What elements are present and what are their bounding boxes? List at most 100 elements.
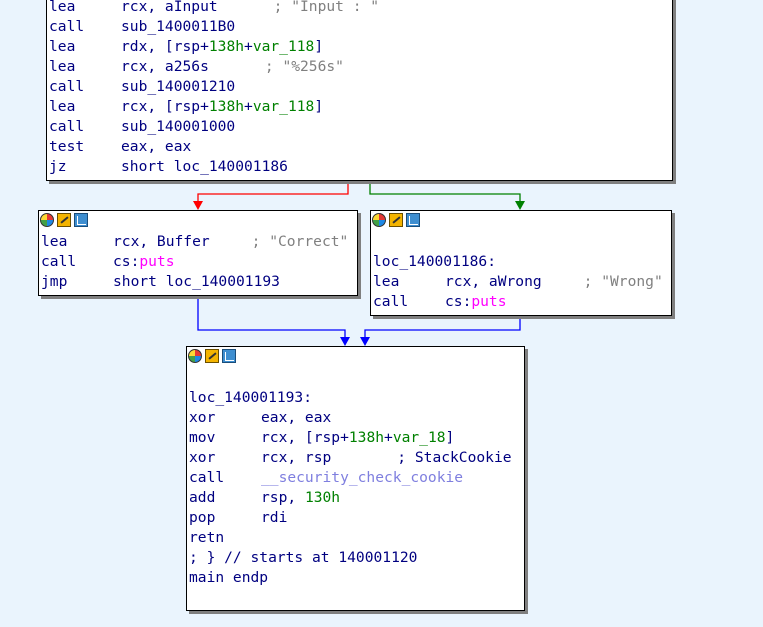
asm-line-empty bbox=[189, 368, 523, 388]
node-header bbox=[187, 347, 524, 364]
rename-edit-icon[interactable] bbox=[389, 212, 403, 227]
mnemonic: lea bbox=[49, 58, 76, 75]
operand-plus: + bbox=[244, 98, 253, 115]
asm-line[interactable]: call sub_140001210 bbox=[49, 77, 671, 97]
mnemonic: lea bbox=[41, 233, 68, 250]
asm-line[interactable]: pop rdi bbox=[189, 508, 523, 528]
mnemonic: test bbox=[49, 138, 85, 155]
operands[interactable]: rcx, aWrong bbox=[445, 273, 542, 290]
operands[interactable]: eax, eax bbox=[121, 138, 191, 155]
edge-true-arrow bbox=[515, 201, 525, 210]
operand-plus: + bbox=[384, 429, 393, 446]
operands[interactable]: eax, eax bbox=[261, 409, 331, 426]
operands[interactable]: sub_140001210 bbox=[121, 78, 235, 95]
mnemonic: add bbox=[189, 489, 216, 506]
comment: ; "Wrong" bbox=[583, 273, 663, 290]
import-function[interactable]: puts bbox=[139, 253, 174, 270]
mnemonic: lea bbox=[49, 38, 76, 55]
external-function[interactable]: __security_check_cookie bbox=[261, 469, 463, 486]
operands[interactable]: rcx, Buffer bbox=[113, 233, 210, 250]
operands[interactable]: rdi bbox=[261, 509, 287, 526]
operand-number: 138h bbox=[208, 38, 245, 55]
asm-line[interactable]: retn bbox=[189, 528, 523, 548]
rename-edit-icon[interactable] bbox=[57, 212, 71, 227]
operand-var[interactable]: var_118 bbox=[253, 38, 315, 55]
mnemonic: call bbox=[189, 469, 225, 486]
mnemonic: lea bbox=[49, 98, 76, 115]
color-picker-icon[interactable] bbox=[372, 212, 386, 227]
asm-line[interactable]: call cs:puts bbox=[41, 252, 356, 272]
graph-overview-icon[interactable] bbox=[222, 348, 236, 363]
asm-line[interactable]: lea rcx, [rsp+138h+var_118] bbox=[49, 97, 671, 117]
graph-node-epilogue[interactable]: loc_140001193: xor eax, eax mov rcx, [rsp+… bbox=[186, 346, 525, 611]
mnemonic: jmp bbox=[41, 273, 68, 290]
mnemonic: retn bbox=[189, 529, 225, 546]
operands[interactable]: sub_140001000 bbox=[121, 118, 235, 135]
comment: ; "%256s" bbox=[264, 58, 344, 75]
operands[interactable]: sub_1400011B0 bbox=[121, 18, 235, 35]
edge-true-branch bbox=[369, 181, 521, 202]
asm-line[interactable]: lea rcx, Buffer ; "Correct" bbox=[41, 232, 356, 252]
code-label[interactable]: loc_140001193: bbox=[189, 388, 523, 408]
color-picker-icon[interactable] bbox=[40, 212, 54, 227]
graph-overview-icon[interactable] bbox=[406, 212, 420, 227]
code-label[interactable]: loc_140001186: bbox=[373, 252, 670, 272]
operands[interactable]: rcx, [rsp+ bbox=[121, 98, 209, 115]
asm-line[interactable]: jmp short loc_140001193 bbox=[41, 272, 356, 292]
asm-line[interactable]: lea rcx, aWrong ; "Wrong" bbox=[373, 272, 670, 292]
operand-var[interactable]: var_18 bbox=[393, 429, 446, 446]
graph-node-wrong[interactable]: loc_140001186: lea rcx, aWrong ; "Wrong" c… bbox=[370, 210, 672, 316]
operands[interactable]: rcx, aInput bbox=[121, 0, 218, 15]
node-header bbox=[39, 211, 357, 228]
asm-line[interactable]: jz short loc_140001186 bbox=[49, 157, 671, 177]
operand-number: 130h bbox=[304, 489, 341, 506]
operands[interactable]: rcx, a256s bbox=[121, 58, 209, 75]
asm-line[interactable]: xor rcx, rsp ; StackCookie bbox=[189, 448, 523, 468]
asm-line[interactable]: lea rcx, aInput ; "Input : " bbox=[49, 0, 671, 17]
asm-line[interactable]: lea rcx, a256s ; "%256s" bbox=[49, 57, 671, 77]
function-end-directive: main endp bbox=[189, 569, 269, 586]
operand-close: ] bbox=[314, 98, 324, 115]
asm-line[interactable]: test eax, eax bbox=[49, 137, 671, 157]
mnemonic: jz bbox=[49, 158, 67, 175]
asm-line[interactable]: lea rdx, [rsp+138h+var_118] bbox=[49, 37, 671, 57]
operand-var[interactable]: var_118 bbox=[253, 98, 315, 115]
mnemonic: xor bbox=[189, 409, 216, 426]
graph-overview-icon[interactable] bbox=[74, 212, 88, 227]
asm-line[interactable]: call sub_140001000 bbox=[49, 117, 671, 137]
rename-edit-icon[interactable] bbox=[205, 348, 219, 363]
operand-close: ] bbox=[445, 429, 455, 446]
color-picker-icon[interactable] bbox=[188, 348, 202, 363]
edge-false-branch bbox=[197, 181, 349, 202]
operands[interactable]: short loc_140001193 bbox=[113, 273, 280, 290]
operand-number: 138h bbox=[348, 429, 385, 446]
comment: ; "Correct" bbox=[251, 233, 349, 250]
operands[interactable]: short loc_140001186 bbox=[121, 158, 288, 175]
operand-close: ] bbox=[314, 38, 324, 55]
mnemonic: lea bbox=[373, 273, 400, 290]
mnemonic: call bbox=[41, 253, 77, 270]
operands[interactable]: rcx, [rsp+ bbox=[261, 429, 349, 446]
operands[interactable]: rsp, bbox=[261, 489, 305, 506]
mnemonic: call bbox=[373, 293, 409, 310]
comment: ; "Input : " bbox=[273, 0, 380, 15]
comment: ; StackCookie bbox=[397, 449, 512, 466]
asm-line[interactable]: add rsp, 130h bbox=[189, 488, 523, 508]
operands[interactable]: rdx, [rsp+ bbox=[121, 38, 209, 55]
edge-fall-right-arrow bbox=[360, 337, 370, 346]
asm-line[interactable]: call cs:puts bbox=[373, 292, 670, 312]
graph-node-main-top[interactable]: lea rcx, aInput ; "Input : " call sub_14000… bbox=[46, 0, 673, 181]
mnemonic: pop bbox=[189, 509, 216, 526]
operands[interactable]: rcx, rsp bbox=[261, 449, 331, 466]
asm-line[interactable]: call sub_1400011B0 bbox=[49, 17, 671, 37]
mnemonic: call bbox=[49, 18, 85, 35]
asm-line[interactable]: xor eax, eax bbox=[189, 408, 523, 428]
import-function[interactable]: puts bbox=[471, 293, 506, 310]
node-header bbox=[371, 211, 671, 228]
asm-line[interactable]: mov rcx, [rsp+138h+var_18] bbox=[189, 428, 523, 448]
asm-line[interactable]: call __security_check_cookie bbox=[189, 468, 523, 488]
graph-node-correct[interactable]: lea rcx, Buffer ; "Correct" call cs:puts jm… bbox=[38, 210, 358, 296]
operand-number: 138h bbox=[208, 98, 245, 115]
mnemonic: xor bbox=[189, 449, 216, 466]
operands: cs: bbox=[113, 253, 140, 270]
